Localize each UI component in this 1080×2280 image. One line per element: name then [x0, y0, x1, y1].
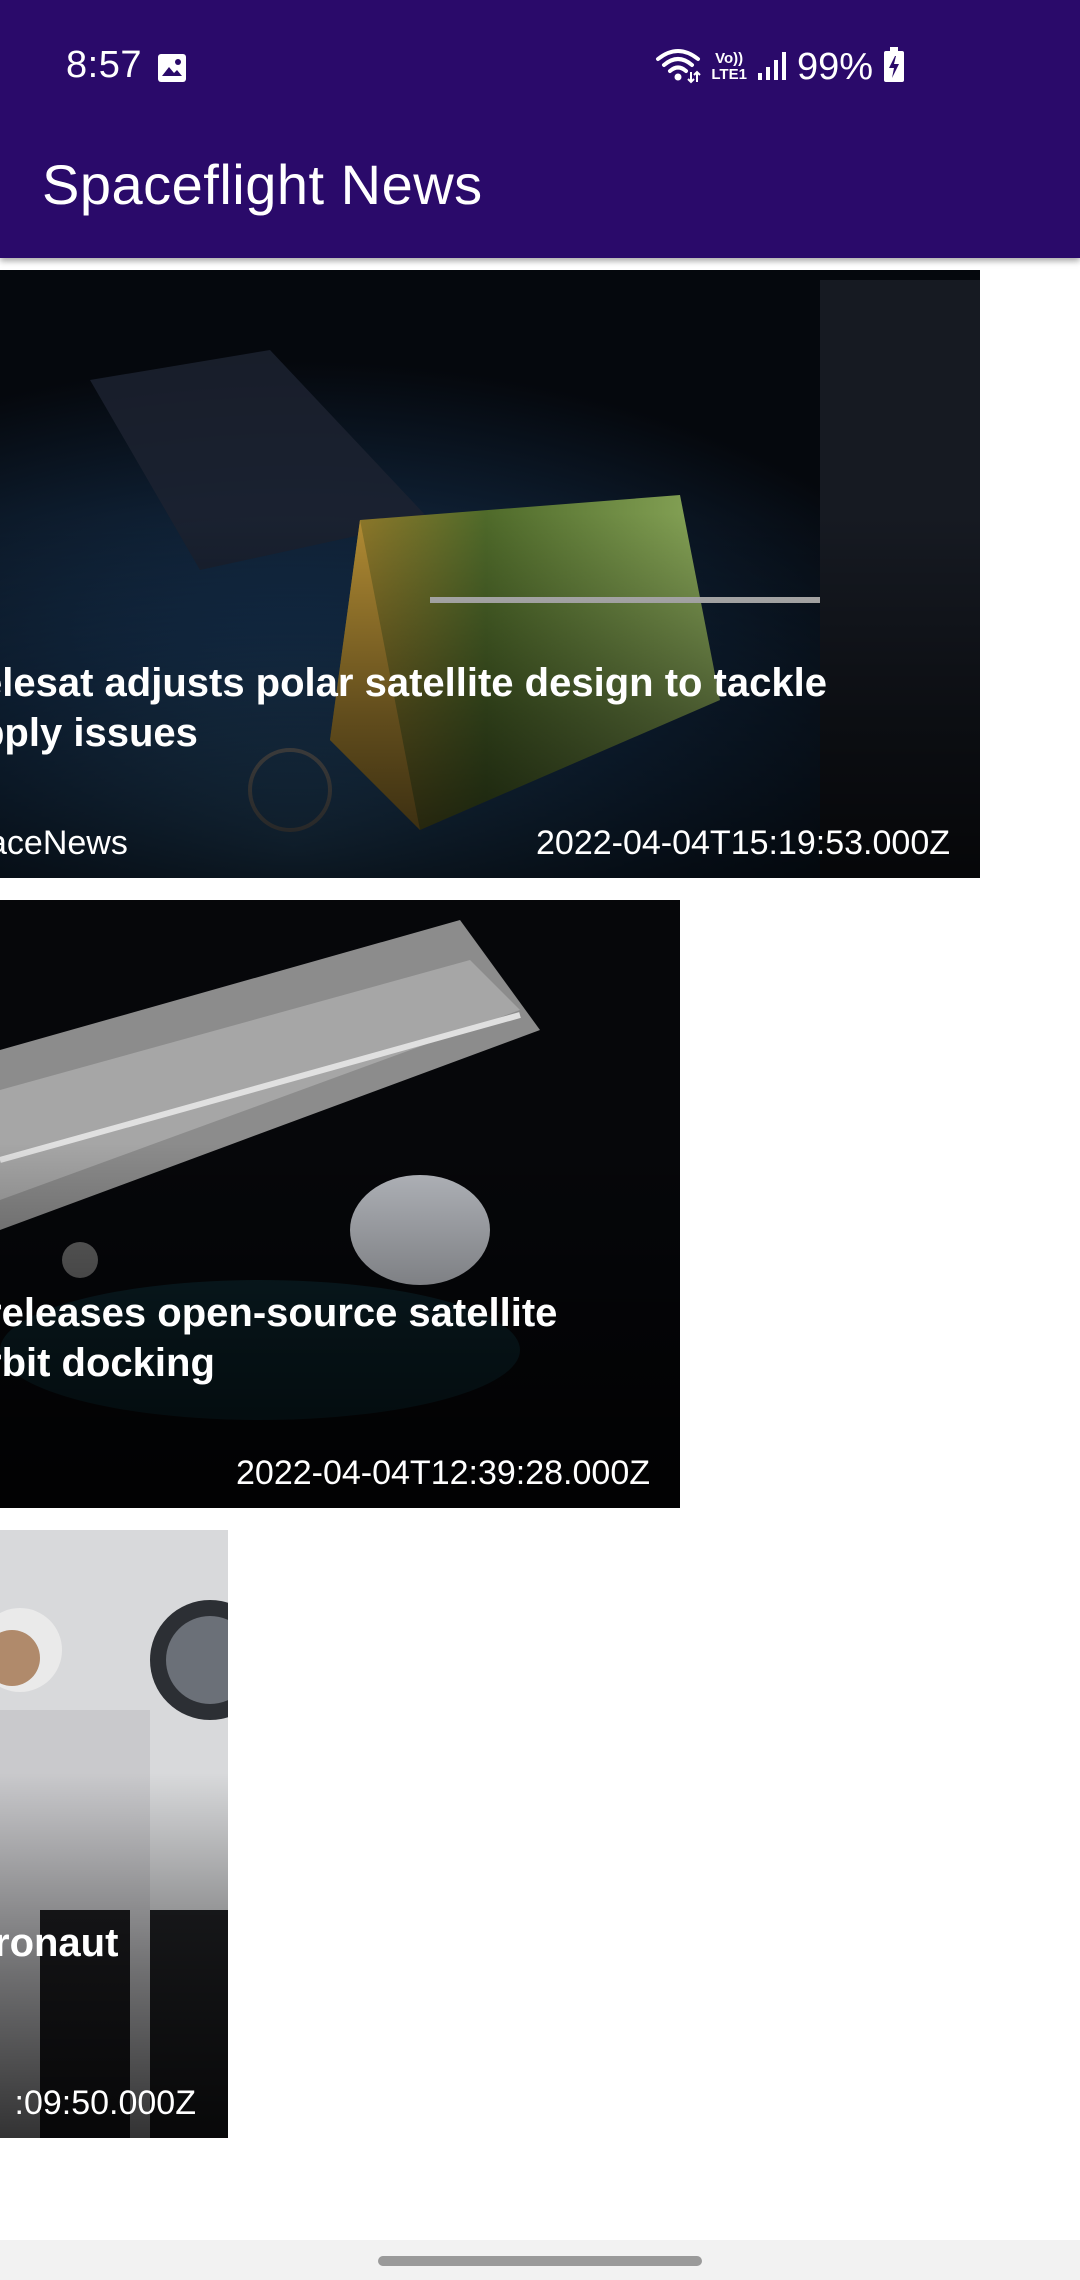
article-date: 2022-04-04T12:39:28.000Z — [236, 1454, 650, 1492]
article-title: releases open-source satellite rbit dock… — [0, 1291, 558, 1385]
article-date: 2022-04-04T15:19:53.000Z — [536, 824, 950, 862]
article-card[interactable]: ronaut :09:50.000Z — [0, 1530, 228, 2138]
article-card[interactable]: releases open-source satellite rbit dock… — [0, 900, 680, 1508]
home-gesture-handle[interactable] — [378, 2256, 702, 2266]
volte-label-top: Vo)) — [715, 50, 744, 67]
battery-charging-icon — [883, 46, 905, 88]
article-title: elesat adjusts polar satellite design to… — [0, 661, 827, 755]
article-card[interactable]: elesat adjusts polar satellite design to… — [0, 270, 980, 878]
top-app-bar: 8:57 Vo)) LTE1 99% Spaceflight News — [0, 0, 1080, 258]
status-bar: 8:57 Vo)) LTE1 99% — [0, 0, 1080, 136]
volte-indicator: Vo)) LTE1 — [711, 51, 747, 83]
gesture-nav-bar — [0, 2240, 1080, 2280]
status-time: 8:57 — [66, 44, 142, 86]
volte-label-bottom: LTE1 — [711, 66, 747, 83]
cell-signal-icon — [757, 49, 787, 86]
battery-percent: 99% — [796, 45, 873, 88]
article-title: ronaut — [0, 1921, 119, 1965]
status-icons: Vo)) LTE1 99% — [655, 44, 905, 90]
app-title: Spaceflight News — [42, 153, 483, 216]
article-date: :09:50.000Z — [14, 2084, 196, 2122]
image-icon — [156, 52, 188, 84]
wifi-icon — [655, 46, 702, 89]
article-source: aceNews — [0, 824, 128, 862]
